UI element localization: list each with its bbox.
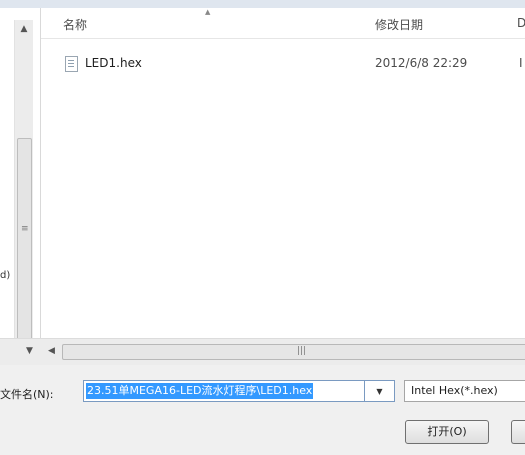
scroll-grip-icon: ||| (297, 346, 307, 356)
sort-indicator-icon: ▲ (205, 8, 211, 16)
column-header-name[interactable]: 名称 (63, 16, 87, 33)
scroll-up-arrow-icon[interactable]: ▲ (15, 20, 33, 38)
file-list-header: ▲ 名称 修改日期 DC (41, 8, 525, 39)
navigation-pane-scrollbar[interactable]: ▲ ≡ (14, 20, 33, 342)
file-type: I (519, 56, 523, 70)
top-band (0, 0, 525, 8)
horizontal-scroll-thumb[interactable] (62, 344, 525, 360)
column-header-date-modified[interactable]: 修改日期 (375, 16, 423, 33)
open-button[interactable]: 打开(O) (405, 420, 489, 444)
filename-dropdown-chevron-down-icon[interactable]: ▼ (365, 380, 395, 402)
cancel-button[interactable] (511, 420, 525, 444)
scroll-grip-icon: ≡ (21, 224, 29, 234)
file-date: 2012/6/8 22:29 (375, 56, 468, 70)
navigation-pane[interactable]: ▲ ≡ d) (0, 8, 41, 342)
file-row[interactable]: LED1.hex 2012/6/8 22:29 I (41, 52, 525, 76)
scroll-left-arrow-icon[interactable]: ▼ (26, 346, 33, 356)
file-list[interactable]: ▲ 名称 修改日期 DC LED1.hex 2012/6/8 22:29 I (41, 8, 525, 338)
horizontal-scrollbar[interactable]: ▼ ◀ ||| (0, 338, 525, 365)
scroll-left-icon[interactable]: ◀ (48, 346, 55, 356)
filename-label: 文件名(N): (0, 388, 54, 401)
file-icon (65, 56, 78, 72)
navigation-scroll-thumb[interactable] (17, 138, 32, 340)
filename-selected-text: 23.51单MEGA16-LED流水灯程序\LED1.hex (86, 383, 314, 399)
filename-input[interactable]: 23.51单MEGA16-LED流水灯程序\LED1.hex (83, 380, 365, 402)
file-name: LED1.hex (85, 56, 142, 70)
navigation-partial-label: d) (0, 270, 11, 281)
column-header-type[interactable]: DC (517, 16, 525, 30)
file-type-select[interactable]: Intel Hex(*.hex) (404, 380, 525, 402)
